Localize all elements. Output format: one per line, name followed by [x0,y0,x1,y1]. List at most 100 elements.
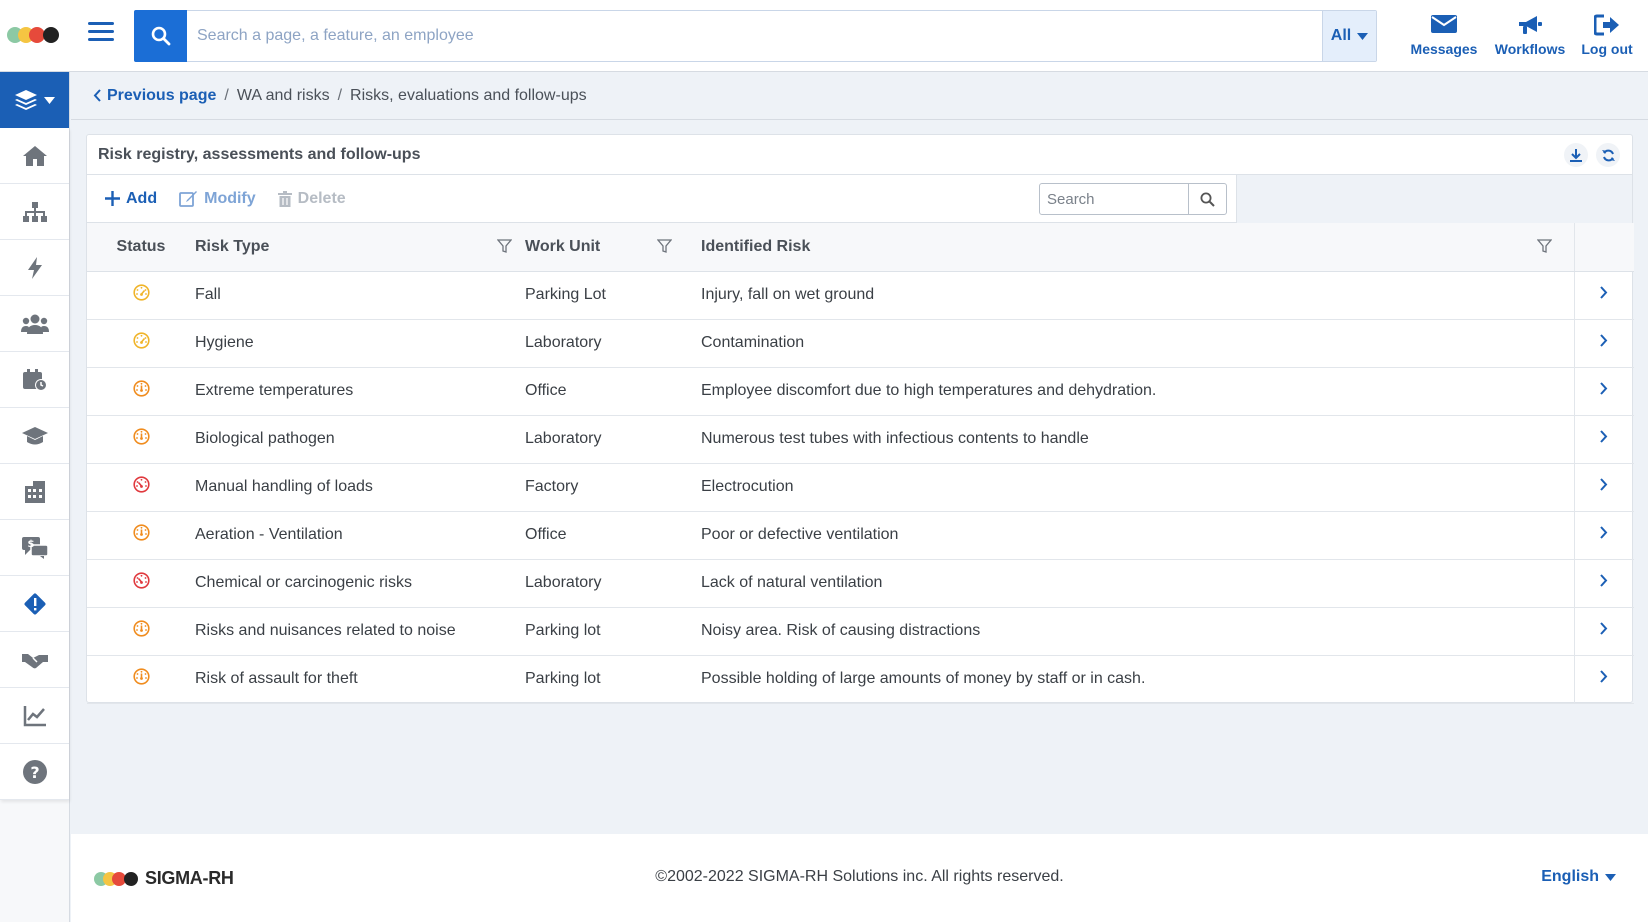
caret-down-icon [1357,32,1369,40]
search-button[interactable] [134,10,187,62]
plus-icon [105,191,120,206]
cell-identified-risk: Electrocution [701,463,1574,512]
status-cell [87,415,195,464]
cell-risk-type: Aeration - Ventilation [195,511,525,560]
workflows-button[interactable]: Workflows [1488,14,1572,57]
sidebar-item-labor-relations[interactable] [0,632,69,688]
risk-table: Status Risk Type Work Unit Identified Ri… [87,223,1634,704]
row-open-button[interactable] [1573,415,1634,464]
table-row[interactable]: Fall Parking Lot Injury, fall on wet groun… [87,271,1634,320]
column-label-status: Status [116,237,166,255]
cell-work-unit: Laboratory [525,415,701,464]
refresh-button[interactable] [1596,143,1620,167]
cell-identified-risk: Possible holding of large amounts of mon… [701,655,1574,704]
risk-registry-panel: Risk registry, assessments and follow-up… [86,134,1634,704]
sidebar-item-training[interactable] [0,408,69,464]
modify-button[interactable]: Modify [179,190,256,208]
column-label-identified-risk: Identified Risk [701,237,811,255]
row-open-button[interactable] [1573,559,1634,608]
table-row[interactable]: Extreme temperatures Office Employee disco… [87,367,1634,416]
toolbar-row: Add Modify Delete [87,175,1632,223]
row-open-button[interactable] [1573,463,1634,512]
messages-button[interactable]: Messages [1402,14,1486,57]
status-cell [87,607,195,656]
gauge-status-icon [132,524,150,541]
org-chart-icon [22,201,47,222]
table-row[interactable]: Biological pathogen Laboratory Numerous te… [87,415,1634,464]
cell-risk-type: Extreme temperatures [195,367,525,416]
export-button[interactable] [1564,143,1588,167]
column-header-identified-risk[interactable]: Identified Risk [701,223,1574,272]
cell-identified-risk: Contamination [701,319,1574,368]
table-search [1039,183,1227,215]
chevron-right-icon [1600,334,1608,347]
cell-risk-type: Biological pathogen [195,415,525,464]
row-open-button[interactable] [1573,511,1634,560]
home-icon [22,145,47,166]
table-row[interactable]: Risks and nuisances related to noise Park… [87,607,1634,656]
sidebar-item-quick-actions[interactable] [0,240,69,296]
status-cell [87,655,195,704]
cell-risk-type: Hygiene [195,319,525,368]
filter-icon[interactable] [1537,239,1552,254]
row-open-button[interactable] [1573,607,1634,656]
menu-icon[interactable] [88,22,114,48]
table-row[interactable]: Manual handling of loads Factory Electrocu… [87,463,1634,512]
filter-icon[interactable] [497,239,512,254]
sidebar-menu: $ ? [0,128,69,800]
app-logo[interactable] [6,26,64,44]
sidebar-item-help[interactable]: ? [0,744,69,800]
search-icon [1200,192,1215,207]
megaphone-icon [1519,16,1542,34]
column-header-work-unit[interactable]: Work Unit [525,223,701,272]
gauge-status-icon [132,380,150,397]
chart-icon [23,705,46,726]
sidebar-item-organization[interactable] [0,184,69,240]
cell-identified-risk: Lack of natural ventilation [701,559,1574,608]
cell-identified-risk: Employee discomfort due to high temperat… [701,367,1574,416]
cell-work-unit: Factory [525,463,701,512]
handshake-icon [21,653,48,668]
sidebar-item-compensation[interactable]: $ [0,520,69,576]
add-button[interactable]: Add [105,190,157,208]
row-open-button[interactable] [1573,319,1634,368]
cell-work-unit: Parking lot [525,655,701,704]
column-label-risk-type: Risk Type [195,237,270,255]
table-row[interactable]: Hygiene Laboratory Contamination [87,319,1634,368]
table-row[interactable]: Chemical or carcinogenic risks Laboratory… [87,559,1634,608]
sidebar-item-health-safety[interactable] [0,576,69,632]
sidebar-item-company[interactable] [0,464,69,520]
table-search-button[interactable] [1188,184,1226,214]
sidebar-item-employees[interactable] [0,296,69,352]
global-search: All [134,10,1377,62]
row-open-button[interactable] [1573,655,1634,704]
panel-header: Risk registry, assessments and follow-up… [87,135,1632,175]
row-open-button[interactable] [1573,271,1634,320]
logout-button[interactable]: Log out [1574,14,1640,57]
refresh-icon [1601,149,1615,161]
chevron-right-icon [1600,670,1608,683]
previous-page-link[interactable]: Previous page [93,87,216,105]
sidebar-item-home[interactable] [0,128,69,184]
cell-risk-type: Risk of assault for theft [195,655,525,704]
status-cell [87,511,195,560]
language-selector[interactable]: English [1541,868,1616,886]
row-open-button[interactable] [1573,367,1634,416]
sidebar-item-time[interactable] [0,352,69,408]
filter-icon[interactable] [657,239,672,254]
sidebar-item-reports[interactable] [0,688,69,744]
workflows-label: Workflows [1494,41,1566,57]
table-row[interactable]: Aeration - Ventilation Office Poor or defe… [87,511,1634,560]
column-header-risk-type[interactable]: Risk Type [195,223,525,272]
column-header-status[interactable]: Status [87,223,195,272]
search-scope-dropdown[interactable]: All [1322,11,1376,61]
footer: SIGMA-RH ©2002-2022 SIGMA-RH Solutions i… [71,834,1648,922]
modules-switcher[interactable] [0,72,69,128]
search-input[interactable] [187,11,1323,61]
cell-risk-type: Fall [195,271,525,320]
top-bar: All Messages Workflows Log out [0,0,1648,72]
breadcrumb-item-wa-risks[interactable]: WA and risks [237,87,330,105]
table-search-input[interactable] [1040,184,1188,214]
delete-button[interactable]: Delete [277,190,346,208]
table-row[interactable]: Risk of assault for theft Parking lot Poss… [87,655,1634,704]
